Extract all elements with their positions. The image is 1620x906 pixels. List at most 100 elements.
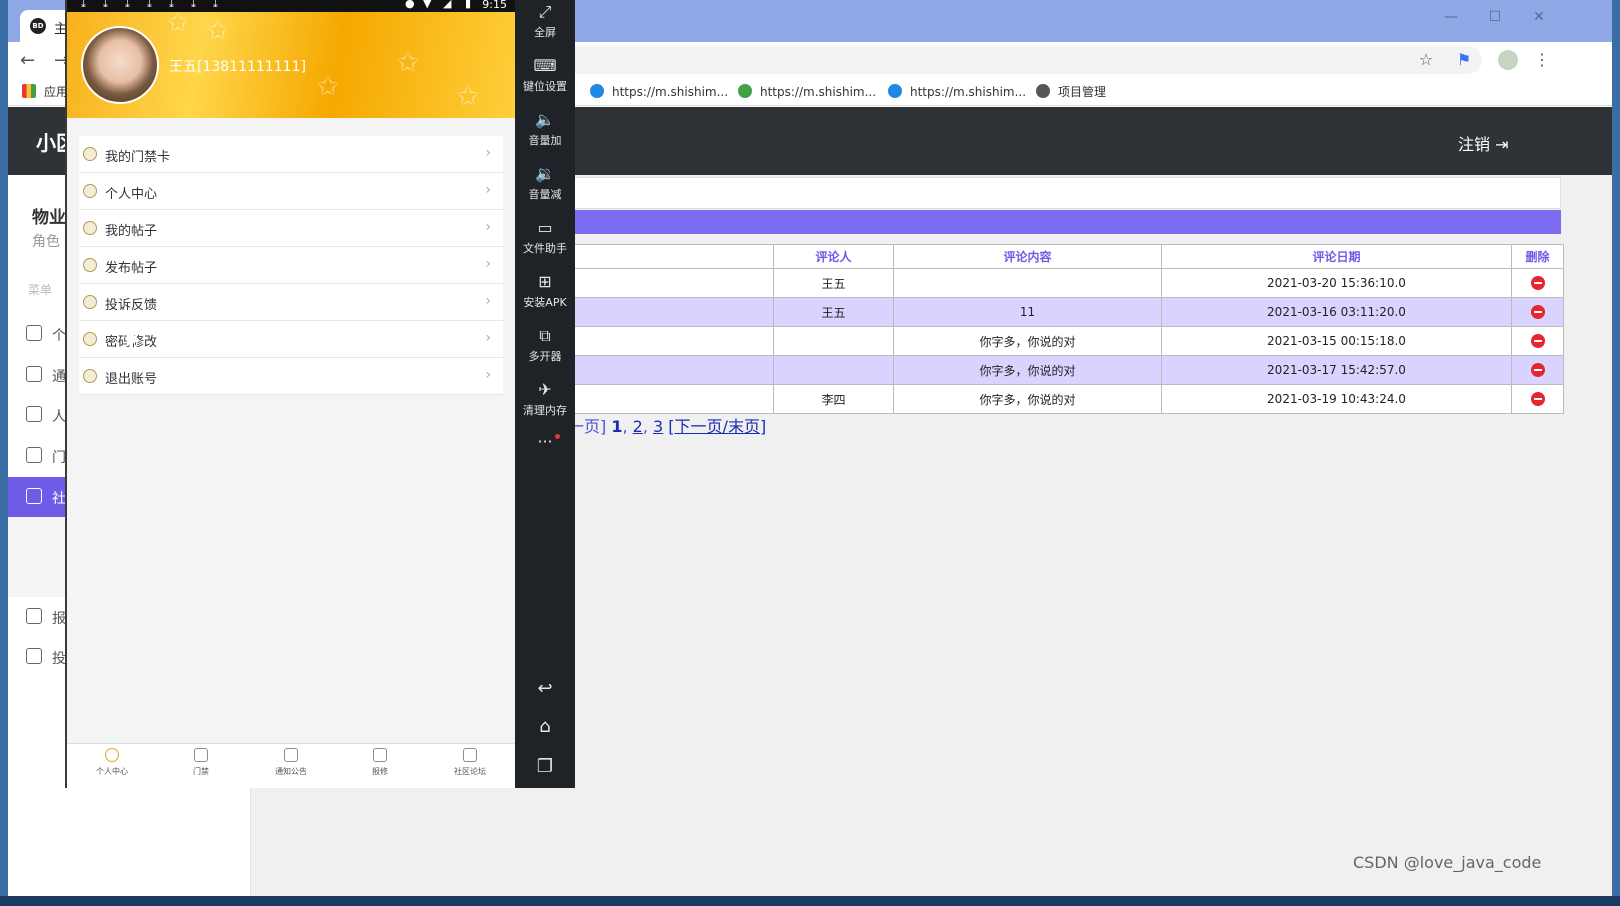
signal-icon: ◢ <box>443 0 452 10</box>
tab-access[interactable]: 门禁 <box>166 748 236 777</box>
bookmark-item[interactable]: https://m.shishim... <box>738 82 876 102</box>
gift-icon <box>83 221 97 235</box>
menu-item-change-password[interactable]: 密码修改 › <box>79 321 503 358</box>
download-icon: ⤓ <box>169 0 174 10</box>
column-header: 评论人 <box>773 244 894 269</box>
side-button-label: 多开器 <box>528 350 562 363</box>
bookmark-label: https://m.shishim... <box>910 85 1027 99</box>
file-assistant-button[interactable]: ▭ 文件助手 <box>515 218 575 256</box>
avatar[interactable] <box>81 26 159 104</box>
android-home-button[interactable]: ⌂ <box>515 716 575 737</box>
delete-icon[interactable] <box>1530 305 1545 320</box>
chevron-right-icon: › <box>485 367 491 383</box>
menu-item-icon <box>26 447 42 463</box>
cell-content: 你字多，你说的对 <box>893 355 1162 385</box>
bookmark-apps[interactable]: 应用 <box>22 82 68 102</box>
chevron-right-icon: › <box>485 330 491 346</box>
menu-item-new-post[interactable]: 发布帖子 › <box>79 247 503 284</box>
sidebar-item-label: 门 <box>52 450 66 466</box>
pager-page-link[interactable]: 2 <box>633 417 643 436</box>
tab-label: 报修 <box>372 767 388 776</box>
minimize-button[interactable]: — <box>1440 6 1462 28</box>
keymap-button[interactable]: ⌨ 键位设置 <box>515 56 575 94</box>
menu-item-icon <box>26 406 42 422</box>
menu-item-access-card[interactable]: 我的门禁卡 › <box>79 136 503 173</box>
wechat-icon <box>738 84 752 98</box>
maximize-button[interactable]: ☐ <box>1484 6 1506 28</box>
fullscreen-button[interactable]: ⤢ 全屏 <box>515 2 575 40</box>
tab-forum[interactable]: 社区论坛 <box>435 748 505 777</box>
extension-icon[interactable]: ⚑ <box>1454 50 1474 70</box>
sidebar-item-label: 报 <box>52 611 66 627</box>
bookmark-label: https://m.shishim... <box>760 85 877 99</box>
profile-header: ✩ ✩ ✩ ✩ ✩ 王五[13811111111] <box>67 12 515 118</box>
install-apk-button[interactable]: ⊞ 安装APK <box>515 272 575 310</box>
star-decoration-icon: ✩ <box>457 82 479 112</box>
side-button-label: 全屏 <box>534 26 556 39</box>
pager-last-link[interactable]: /末页] <box>723 417 767 436</box>
tab-label: 通知公告 <box>275 767 307 776</box>
download-icon: ⤓ <box>147 0 152 10</box>
menu-item-personal-center[interactable]: 个人中心 › <box>79 173 503 210</box>
status-time: 9:15 <box>482 0 507 11</box>
android-recent-button[interactable]: ❐ <box>515 756 575 777</box>
bookmark-item[interactable]: 项目管理 <box>1036 82 1106 102</box>
download-icon: ⤓ <box>213 0 218 10</box>
battery-icon: ▮ <box>465 0 472 10</box>
android-back-button[interactable]: ↩ <box>515 678 575 699</box>
more-menu-icon[interactable]: ⋮ <box>1532 50 1552 70</box>
multi-instance-button[interactable]: ⧉ 多开器 <box>515 326 575 364</box>
delete-icon[interactable] <box>1530 363 1545 378</box>
monitor-icon: ▭ <box>537 218 553 237</box>
phone-screen: ⤓ ⤓ ⤓ ⤓ ⤓ ⤓ ⤓ ● ▼ ◢ ▮ 9:15 ✩ ✩ ✩ ✩ ✩ 王五[… <box>67 0 515 788</box>
watermark: CSDN @love_java_code <box>1353 853 1542 872</box>
tab-personal-center[interactable]: 个人中心 <box>77 748 147 777</box>
sidebar-item-label: 投 <box>52 651 66 667</box>
side-button-label: 清理内存 <box>523 404 567 417</box>
pager-next-link[interactable]: [下一页 <box>668 417 722 436</box>
tab-favicon-icon: BD <box>30 18 46 34</box>
volume-up-button[interactable]: 🔈 音量加 <box>515 110 575 148</box>
sidebar-item-label: 社 <box>52 491 66 507</box>
sidebar-item-label: 个 <box>52 328 66 344</box>
delete-icon[interactable] <box>1530 276 1545 291</box>
volume-down-button[interactable]: 🔉 音量减 <box>515 164 575 202</box>
download-icon: ⤓ <box>191 0 196 10</box>
grid-icon <box>463 748 477 762</box>
tab-repair[interactable]: 报修 <box>345 748 415 777</box>
sidebar-role: 角色 <box>32 234 60 250</box>
apk-icon: ⊞ <box>538 272 552 291</box>
chevron-right-icon: › <box>485 256 491 272</box>
bookmark-star-icon[interactable]: ☆ <box>1416 50 1436 70</box>
menu-item-logout[interactable]: 退出账号 › <box>79 358 503 395</box>
bookmark-item[interactable]: https://m.shishim... <box>590 82 728 102</box>
delete-icon[interactable] <box>1530 334 1545 349</box>
column-header: 删除 <box>1511 244 1564 269</box>
clean-memory-button[interactable]: ✈ 清理内存 <box>515 380 575 418</box>
logout-button[interactable]: 注销 ⇥ <box>1458 131 1509 155</box>
side-button-label: 音量减 <box>528 188 562 201</box>
menu-item-feedback[interactable]: 投诉反馈 › <box>79 284 503 321</box>
bookmark-item[interactable]: https://m.shishim... <box>888 82 1026 102</box>
chevron-right-icon: › <box>485 293 491 309</box>
profile-avatar-icon[interactable] <box>1498 50 1518 70</box>
pager-page-link[interactable]: 3 <box>653 417 663 436</box>
star-decoration-icon: ✩ <box>167 12 189 38</box>
link-favicon-icon <box>590 84 604 98</box>
back-button[interactable]: ← <box>20 50 35 71</box>
cell-commenter: 王五 <box>773 297 894 327</box>
grid-icon <box>373 748 387 762</box>
grid-icon <box>284 748 298 762</box>
close-button[interactable]: ✕ <box>1528 6 1550 28</box>
menu-item-icon <box>26 608 42 624</box>
more-button[interactable]: ··· <box>515 432 575 451</box>
menu-item-label: 我的帖子 <box>105 224 158 239</box>
download-icon: ⤓ <box>125 0 130 10</box>
delete-icon[interactable] <box>1530 392 1545 407</box>
bookmark-label: 项目管理 <box>1058 85 1107 99</box>
sidebar-title: 物业 <box>32 208 66 228</box>
column-header: 评论内容 <box>893 244 1162 269</box>
tab-notices[interactable]: 通知公告 <box>256 748 326 777</box>
grid-icon <box>194 748 208 762</box>
menu-item-my-posts[interactable]: 我的帖子 › <box>79 210 503 247</box>
